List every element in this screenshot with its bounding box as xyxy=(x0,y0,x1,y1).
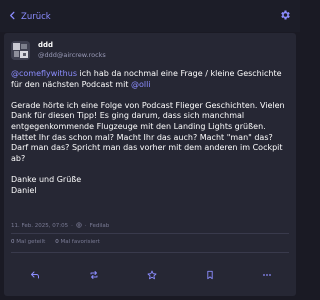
top-bar: Zurück xyxy=(0,0,300,32)
bookmark-button[interactable] xyxy=(203,267,217,281)
mention-link[interactable]: @comeflywithus xyxy=(11,69,77,78)
star-icon xyxy=(147,265,157,284)
content-paragraph-1: @comeflywithus ich hab da nochmal eine F… xyxy=(11,69,291,90)
signature-line: Daniel xyxy=(11,185,37,195)
back-button[interactable]: Zurück xyxy=(8,10,51,24)
status-stats: 0 Mal geteilt 0 Mal favorisiert xyxy=(11,239,100,245)
boost-icon xyxy=(89,265,99,284)
content-paragraph-3: Danke und Grüße Daniel xyxy=(11,175,291,196)
favourite-stat[interactable]: 0 Mal favorisiert xyxy=(55,239,100,245)
more-button[interactable] xyxy=(260,267,274,281)
client-name[interactable]: Fedilab xyxy=(90,223,110,229)
reply-button[interactable] xyxy=(28,267,42,281)
status-meta: 11. Feb. 2025, 07:05 · · Fedilab xyxy=(11,222,109,230)
closing-line: Danke und Grüße xyxy=(11,174,82,184)
gear-icon xyxy=(279,6,291,25)
favourite-stat-label: Mal favorisiert xyxy=(60,239,100,245)
meta-separator: · xyxy=(71,223,73,229)
back-label: Zurück xyxy=(21,12,51,22)
favourite-count: 0 xyxy=(55,239,59,245)
divider xyxy=(11,252,289,253)
chevron-left-icon xyxy=(8,11,17,23)
boost-count: 0 xyxy=(11,239,15,245)
action-bar xyxy=(4,259,296,287)
account-handle[interactable]: @ddd@aircrew.rocks xyxy=(38,51,106,59)
bookmark-icon xyxy=(205,265,215,284)
boost-button[interactable] xyxy=(87,267,101,281)
meta-separator: · xyxy=(84,223,87,229)
timestamp: 11. Feb. 2025, 07:05 xyxy=(11,223,69,229)
status-content: @comeflywithus ich hab da nochmal eine F… xyxy=(11,69,291,207)
globe-icon xyxy=(76,222,82,230)
status-card: ddd @ddd@aircrew.rocks @comeflywithus ic… xyxy=(4,33,296,296)
more-icon xyxy=(262,265,272,284)
content-paragraph-2: Gerade hörte ich eine Folge von Podcast … xyxy=(11,100,285,163)
boost-stat[interactable]: 0 Mal geteilt xyxy=(11,239,45,245)
mention-link[interactable]: @olli xyxy=(131,80,151,89)
boost-stat-label: Mal geteilt xyxy=(16,239,46,245)
reply-icon xyxy=(30,265,40,284)
favourite-button[interactable] xyxy=(145,267,159,281)
avatar[interactable] xyxy=(11,41,30,60)
display-name[interactable]: ddd xyxy=(38,41,53,49)
divider xyxy=(11,233,289,234)
settings-button[interactable] xyxy=(278,8,292,22)
